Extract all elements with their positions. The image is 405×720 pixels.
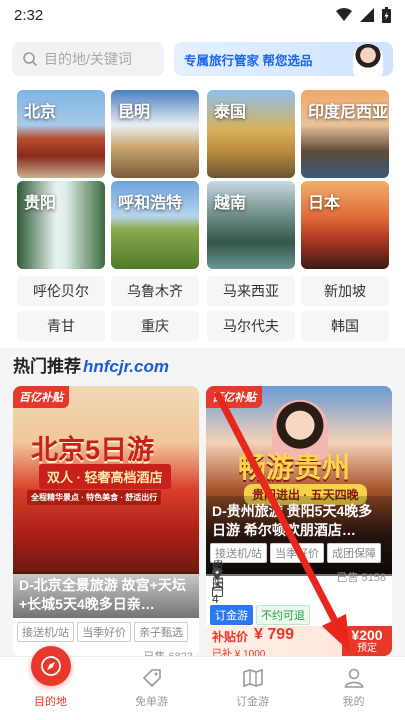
search-input[interactable] xyxy=(44,51,154,67)
tab-label: 免单游 xyxy=(135,696,168,708)
card-tag: 成团保障 xyxy=(327,543,382,563)
poster-features: 全程精华景点 · 特色美食 · 舒适出行 xyxy=(27,490,162,505)
travel-butler-banner[interactable]: 专属旅行管家 帮您选品 xyxy=(174,42,393,76)
city-chip[interactable]: 新加坡 xyxy=(301,276,389,306)
banner-text: 专属旅行管家 帮您选品 xyxy=(184,53,313,68)
destination-tile-kunming[interactable]: 昆明 xyxy=(111,90,199,178)
destination-grid: 北京 昆明 泰国 印度尼西亚 贵阳 呼和浩特 越南 日本 呼伦贝尔 乌鲁木齐 马… xyxy=(0,88,405,348)
city-chip[interactable]: 青甘 xyxy=(17,311,105,341)
coupon-amount: ¥200 xyxy=(351,627,383,643)
city-chip[interactable]: 呼伦贝尔 xyxy=(17,276,105,306)
tab-free-tour[interactable]: 免单游 xyxy=(101,657,202,720)
tag-icon xyxy=(142,669,161,688)
destination-tile-thailand[interactable]: 泰国 xyxy=(207,90,295,178)
tab-mine[interactable]: 我的 xyxy=(303,657,404,720)
destination-label: 日本 xyxy=(308,195,341,212)
tab-label: 我的 xyxy=(342,696,365,708)
product-card-beijing[interactable]: 百亿补贴 北京5日游 双人 · 轻奢高档酒店 全程精华景点 · 特色美食 · 舒… xyxy=(13,386,199,656)
deposit-tour-tag: 订金游 xyxy=(210,605,253,625)
butler-avatar xyxy=(353,44,383,76)
tab-deposit-tour[interactable]: 订金游 xyxy=(202,657,303,720)
user-icon xyxy=(344,668,363,688)
destination-label: 贵阳 xyxy=(24,195,57,212)
refundable-tag: 不约可退 xyxy=(256,605,310,625)
card-tag: 接送机/站 xyxy=(17,622,75,642)
duration-row: 5天4晚 xyxy=(212,561,224,622)
destination-label: 昆明 xyxy=(118,104,151,121)
card-tag: 亲子甄选 xyxy=(134,622,189,642)
tab-label: 订金游 xyxy=(236,696,269,708)
destination-tile-vietnam[interactable]: 越南 xyxy=(207,181,295,269)
wifi-icon xyxy=(336,8,352,21)
card-tags: 接送机/站 当季好价 成团保障 xyxy=(210,543,382,563)
sold-count: 已售 6823 xyxy=(143,648,193,656)
map-icon xyxy=(242,668,263,688)
destination-label: 印度尼西亚 xyxy=(308,104,389,121)
price-value: ¥ 799 xyxy=(254,626,295,643)
card-title: D-北京全景旅游 故宫+天坛+长城5天4晚多日亲… xyxy=(19,577,186,612)
destination-tile-guiyang[interactable]: 贵阳 xyxy=(17,181,105,269)
destination-label: 北京 xyxy=(24,104,57,121)
booking-tags: 订金游 不约可退 xyxy=(210,605,310,625)
hot-recommend-heading: 热门推荐 hnfcjr.com xyxy=(13,352,169,377)
coupon-button[interactable]: ¥200 预定 xyxy=(342,626,392,656)
destination-tile-beijing[interactable]: 北京 xyxy=(17,90,105,178)
destination-tile-hohhot[interactable]: 呼和浩特 xyxy=(111,181,199,269)
card-title: D-贵州旅游 贵阳5天4晚多日游 希尔顿欢朋酒店… xyxy=(212,503,373,538)
product-card-guizhou[interactable]: 百亿补贴 畅游贵州 贵阳进出 · 五天四晚 D-贵州旅游 贵阳5天4晚多日游 希… xyxy=(206,386,392,656)
city-chip[interactable]: 韩国 xyxy=(301,311,389,341)
destination-compass-button[interactable] xyxy=(31,646,71,686)
price-label: 补贴价 xyxy=(212,630,249,644)
destination-label: 泰国 xyxy=(214,104,247,121)
section-title: 热门推荐 xyxy=(13,357,81,376)
card-tags: 接送机/站 当季好价 亲子甄选 xyxy=(17,622,189,642)
search-row: 专属旅行管家 帮您选品 xyxy=(0,30,405,88)
city-chip[interactable]: 马来西亚 xyxy=(207,276,295,306)
search-icon xyxy=(23,52,38,67)
subsidy-badge: 百亿补贴 xyxy=(13,386,69,408)
status-time: 2:32 xyxy=(14,6,44,24)
destination-tile-indonesia[interactable]: 印度尼西亚 xyxy=(301,90,389,178)
city-chip[interactable]: 马尔代夫 xyxy=(207,311,295,341)
poster-headline: 畅游贵州 xyxy=(238,452,351,483)
status-bar: 2:32 xyxy=(0,0,405,30)
destination-label: 越南 xyxy=(214,195,247,212)
search-box[interactable] xyxy=(12,42,164,76)
destination-label: 呼和浩特 xyxy=(118,195,183,212)
tab-label: 目的地 xyxy=(34,696,67,708)
card-tag: 当季好价 xyxy=(77,622,132,642)
signal-icon xyxy=(360,8,374,22)
sold-count: 已售 5158 xyxy=(336,572,386,584)
battery-icon xyxy=(382,7,391,23)
poster-subline: 双人 · 轻奢高档酒店 xyxy=(39,464,171,489)
poster-headline: 北京5日游 xyxy=(31,435,155,465)
coupon-label: 预定 xyxy=(357,643,377,654)
subsidy-badge: 百亿补贴 xyxy=(206,386,262,408)
destination-tile-japan[interactable]: 日本 xyxy=(301,181,389,269)
city-chip[interactable]: 乌鲁木齐 xyxy=(111,276,199,306)
subsidy-amount: 已补 ¥ 1000 xyxy=(212,649,266,656)
city-chip[interactable]: 重庆 xyxy=(111,311,199,341)
compass-icon xyxy=(41,656,61,676)
card-tag: 当季好价 xyxy=(270,543,325,563)
watermark-text: hnfcjr.com xyxy=(83,357,169,376)
